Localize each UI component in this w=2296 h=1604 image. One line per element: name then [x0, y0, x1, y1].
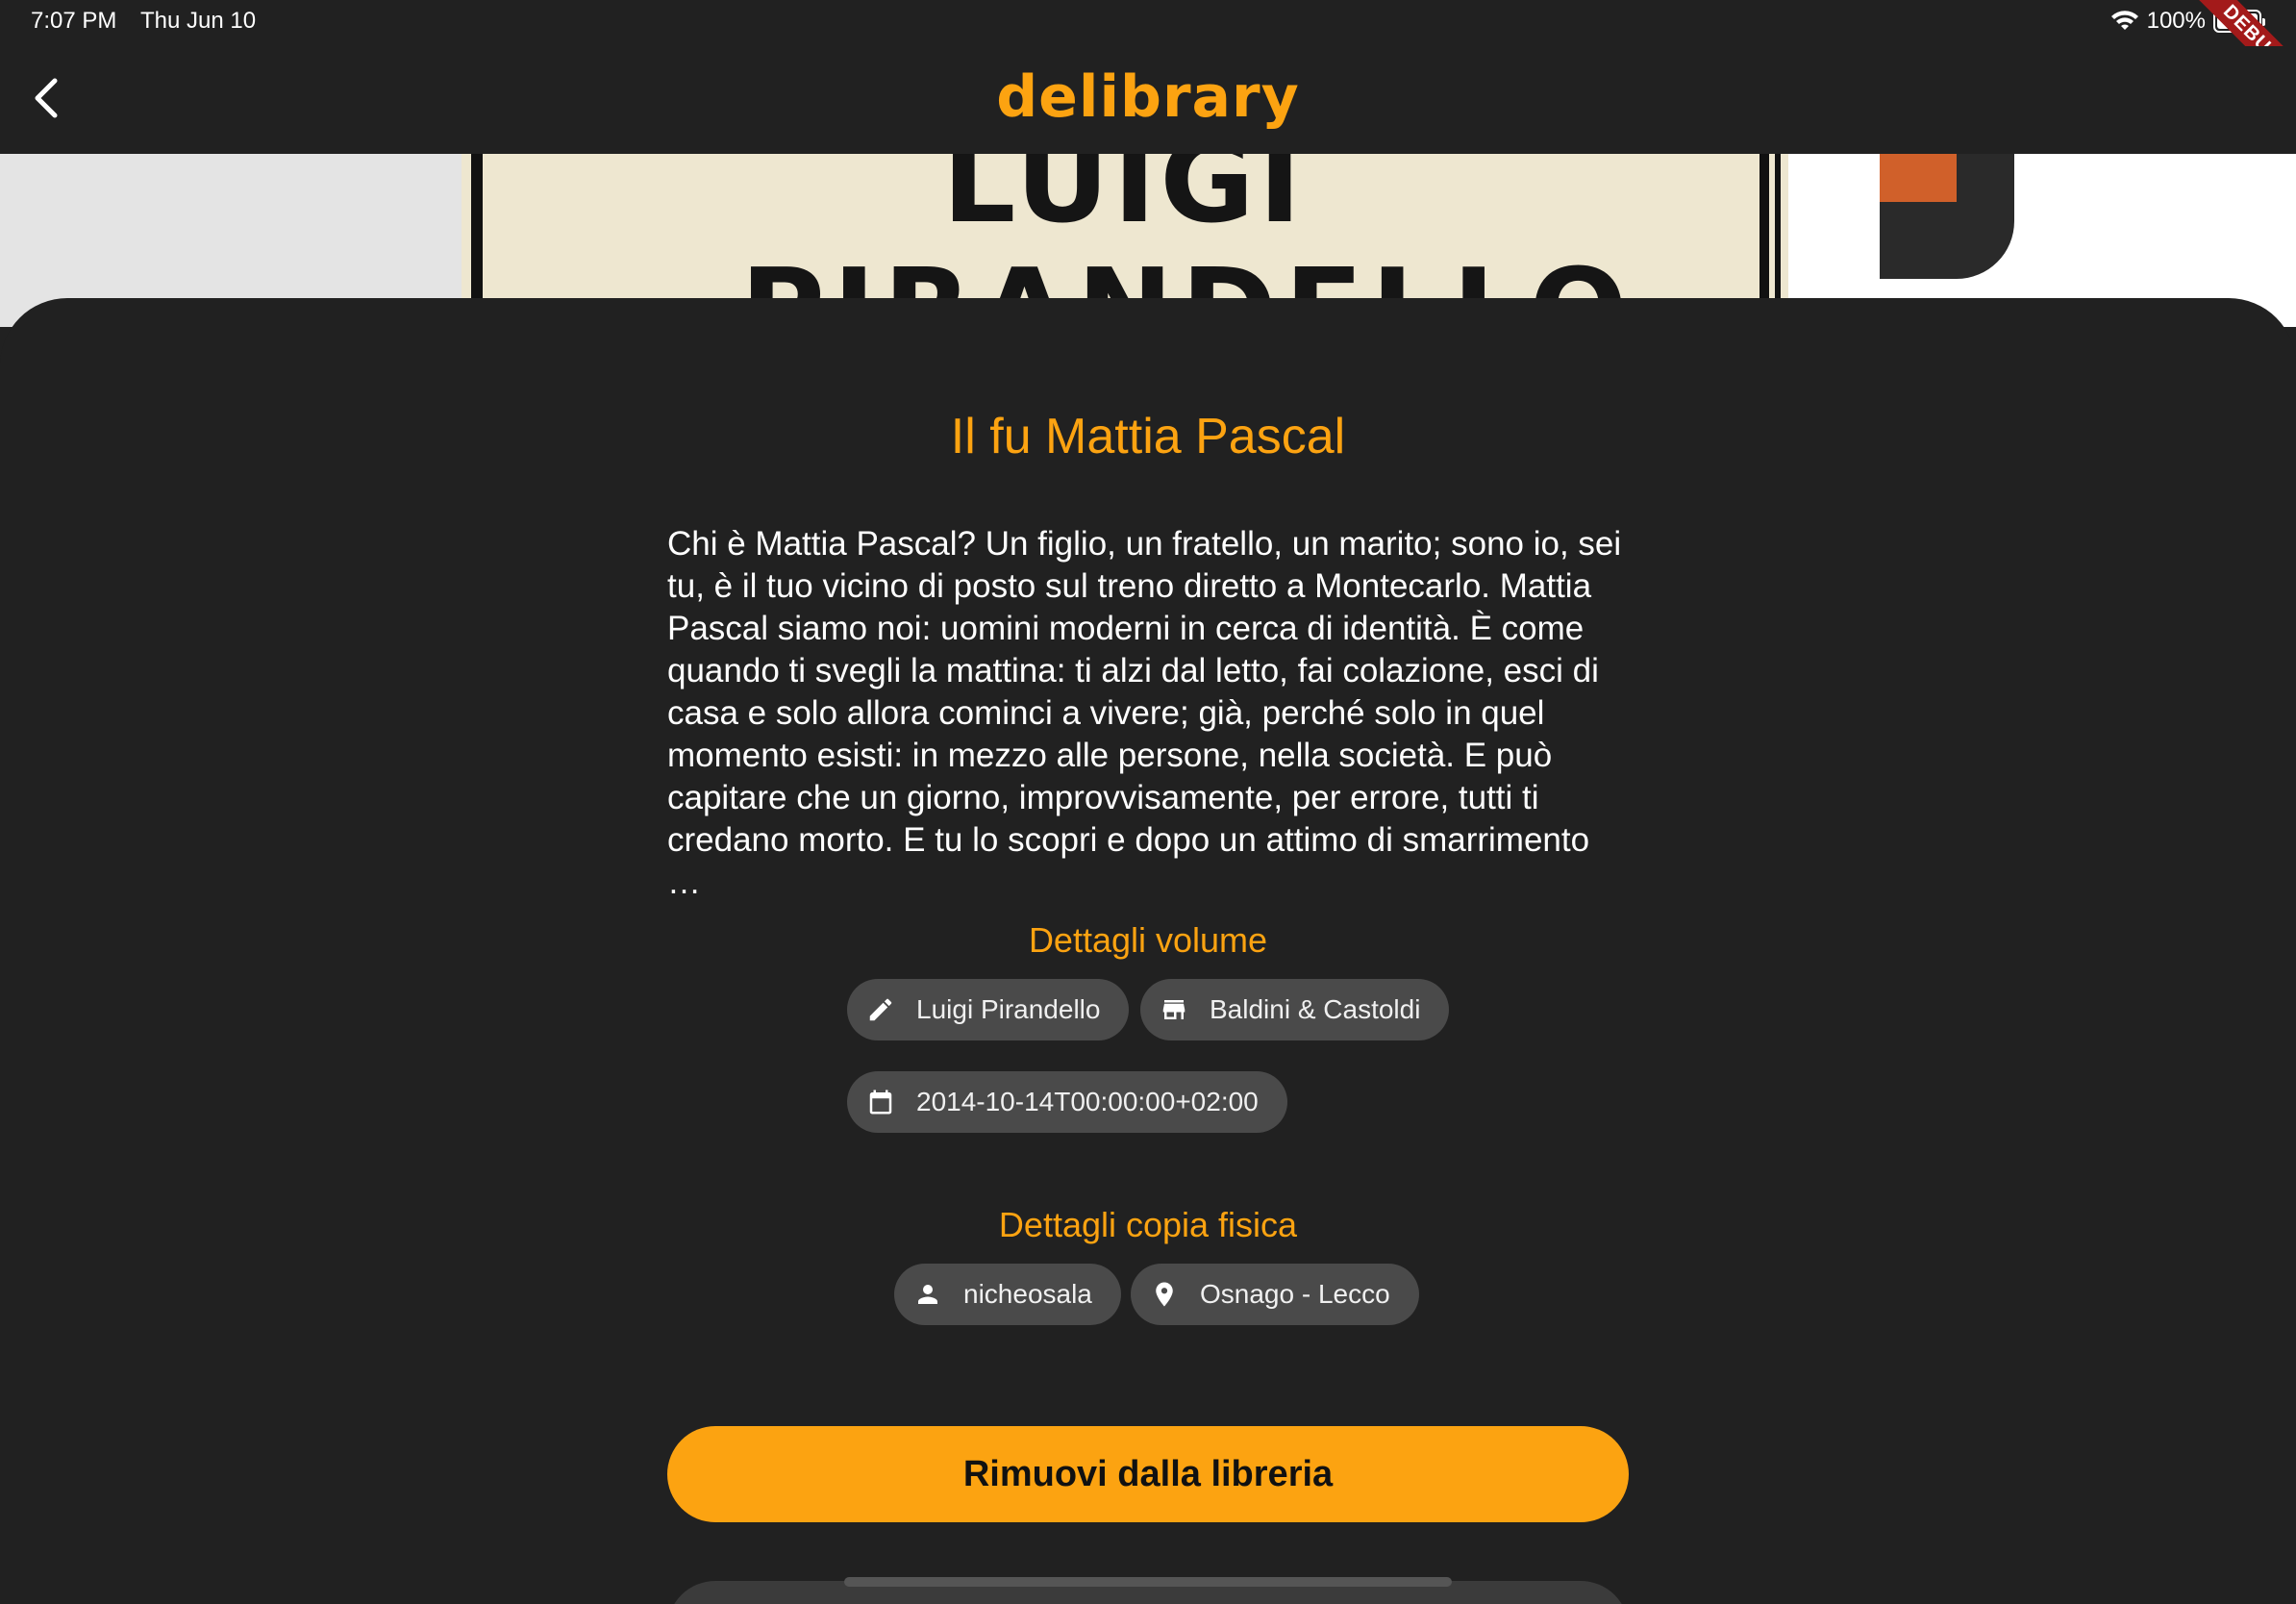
location-pin-icon	[1156, 1282, 1173, 1307]
location-label: Osnago - Lecco	[1200, 1279, 1390, 1309]
location-chip[interactable]: Osnago - Lecco	[1131, 1264, 1419, 1325]
wifi-icon	[2110, 11, 2138, 30]
status-bar: 7:07 PM Thu Jun 10 100%	[0, 0, 2296, 46]
publisher-chip[interactable]: Baldini & Castoldi	[1140, 979, 1450, 1040]
app-title: delibrary	[996, 63, 1300, 131]
author-label: Luigi Pirandello	[916, 994, 1101, 1024]
book-description: Chi è Mattia Pascal? Un figlio, un frate…	[667, 525, 1622, 901]
store-icon	[1162, 1000, 1185, 1019]
calendar-icon	[869, 1090, 892, 1115]
remove-from-library-button[interactable]: Rimuovi dalla libreria	[667, 1426, 1629, 1522]
book-title: Il fu Mattia Pascal	[950, 409, 1346, 464]
app-screen: 7:07 PM Thu Jun 10 100% DEBUG LUIGI PIRA…	[0, 0, 2296, 1604]
volume-details-title: Dettagli volume	[1028, 920, 1268, 960]
date-label: 2014-10-14T00:00:00+02:00	[916, 1087, 1259, 1116]
copy-details-title: Dettagli copia fisica	[998, 1205, 1298, 1244]
person-icon	[918, 1285, 937, 1304]
owner-label: nicheosala	[963, 1279, 1092, 1309]
date-chip[interactable]: 2014-10-14T00:00:00+02:00	[847, 1071, 1287, 1133]
book-detail-sheet: Il fu Mattia Pascal Chi è Mattia Pascal?…	[0, 298, 2296, 1604]
pencil-icon	[869, 998, 892, 1021]
publisher-label: Baldini & Castoldi	[1210, 994, 1421, 1024]
cover-author-text: LUIGI	[942, 154, 1306, 249]
app-bar: delibrary	[0, 46, 2296, 154]
status-time: 7:07 PM	[31, 8, 117, 34]
home-indicator[interactable]	[844, 1577, 1452, 1587]
owner-chip[interactable]: nicheosala	[894, 1264, 1121, 1325]
status-date: Thu Jun 10	[140, 8, 257, 34]
author-chip[interactable]: Luigi Pirandello	[847, 979, 1130, 1040]
battery-percent: 100%	[2146, 8, 2206, 34]
